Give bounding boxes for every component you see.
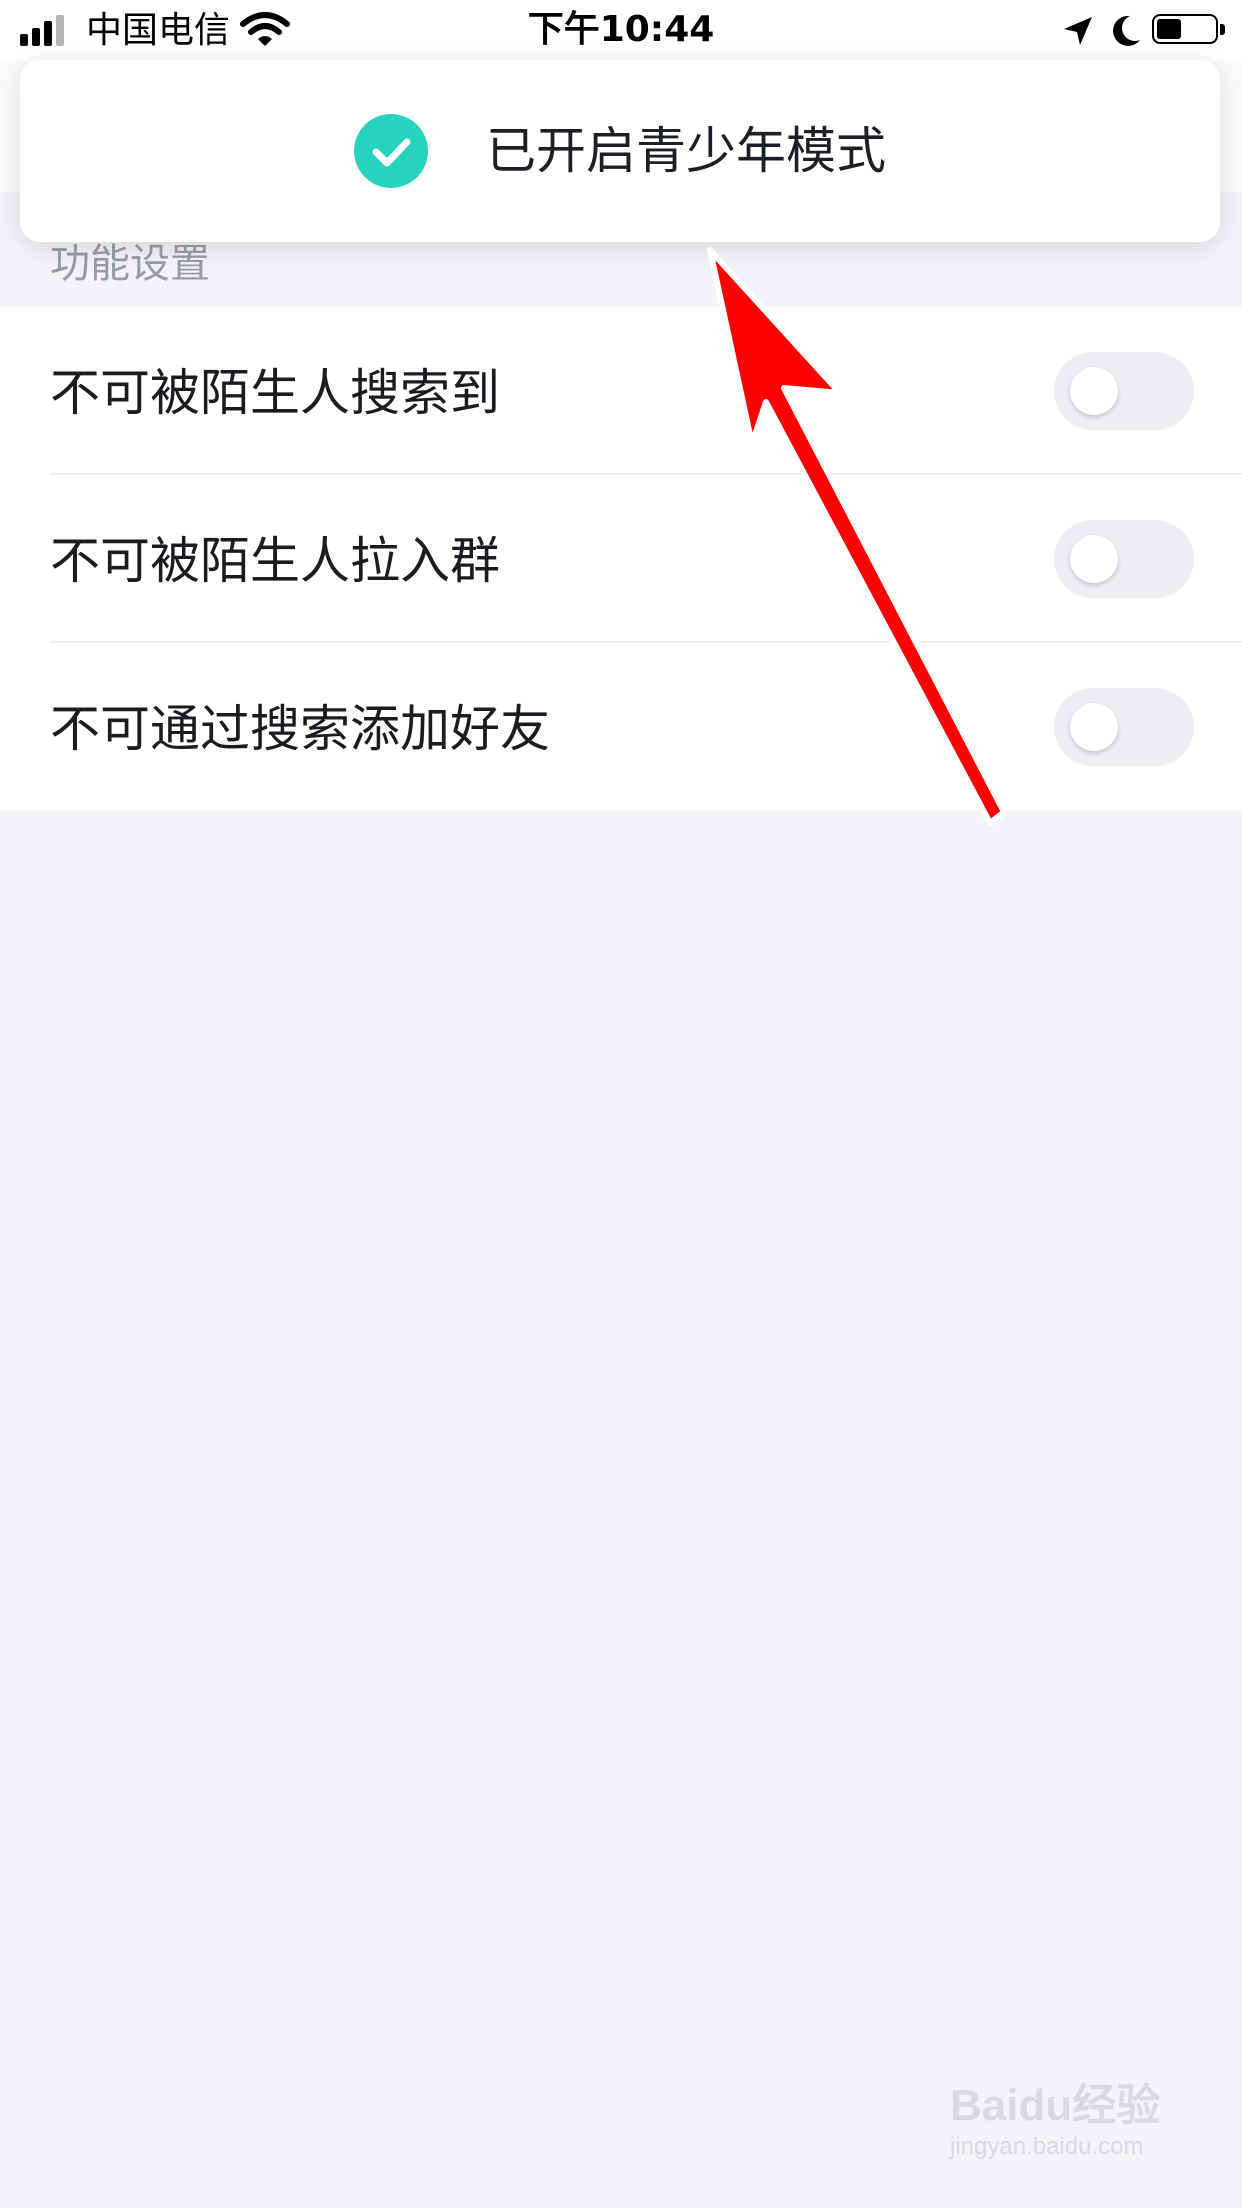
watermark-logo: Baidu经验 bbox=[950, 2081, 1161, 2130]
settings-label: 不可被陌生人搜索到 bbox=[50, 364, 500, 422]
moon-icon bbox=[1113, 15, 1140, 46]
watermark-url: jingyan.baidu.com bbox=[950, 2133, 1144, 2160]
settings-row-group[interactable]: 不可被陌生人拉入群 bbox=[0, 475, 1242, 643]
location-icon bbox=[1064, 17, 1092, 45]
settings-label: 不可被陌生人拉入群 bbox=[50, 532, 500, 590]
toggle-knob bbox=[1070, 367, 1118, 415]
toggle-switch[interactable] bbox=[1054, 688, 1194, 766]
toast-message: 已开启青少年模式 bbox=[486, 122, 886, 180]
watermark: Baidu经验 jingyan.baidu.com bbox=[950, 2080, 1190, 2162]
toggle-knob bbox=[1070, 535, 1118, 583]
toggle-switch[interactable] bbox=[1054, 352, 1194, 430]
battery-icon bbox=[1152, 14, 1230, 48]
toast-notification: 已开启青少年模式 bbox=[20, 60, 1220, 242]
status-bar: 中国电信 下午10:44 bbox=[0, 0, 1242, 62]
toggle-switch[interactable] bbox=[1054, 520, 1194, 598]
status-time: 下午10:44 bbox=[527, 9, 715, 50]
section-header: 功能设置 bbox=[50, 241, 210, 287]
settings-list: 不可被陌生人搜索到 不可被陌生人拉入群 不可通过搜索添加好友 bbox=[0, 307, 1242, 811]
settings-row-search[interactable]: 不可被陌生人搜索到 bbox=[0, 307, 1242, 475]
check-icon bbox=[354, 114, 428, 188]
settings-label: 不可通过搜索添加好友 bbox=[50, 700, 550, 758]
toggle-knob bbox=[1070, 703, 1118, 751]
settings-row-add-friend[interactable]: 不可通过搜索添加好友 bbox=[0, 643, 1242, 811]
